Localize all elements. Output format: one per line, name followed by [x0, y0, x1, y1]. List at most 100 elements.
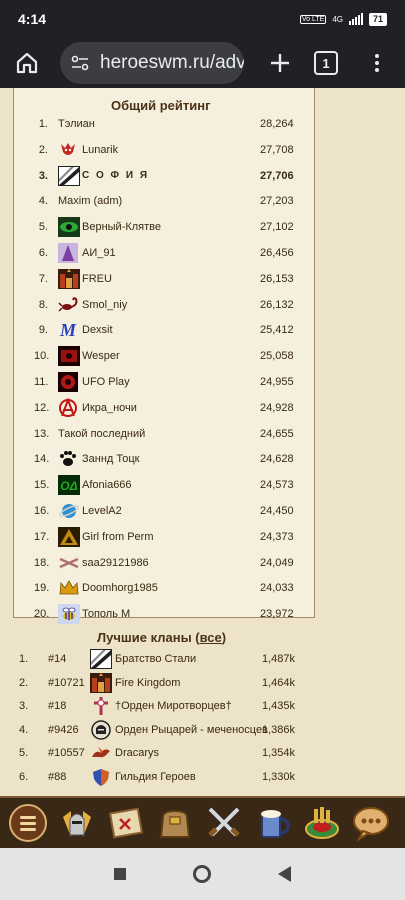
rating-row: 19. Doomhorg1985 24,033	[0, 576, 330, 600]
player-name-link[interactable]: LevelA2	[82, 505, 122, 517]
steel-brotherhood-icon[interactable]	[90, 649, 112, 669]
player-name-link[interactable]: Верный-Клятве	[82, 221, 161, 233]
new-tab-button[interactable]	[260, 43, 300, 83]
clan-score: 1,330k	[262, 771, 296, 783]
green-eye-icon[interactable]	[58, 217, 80, 238]
dragon-icon[interactable]	[90, 743, 112, 763]
cross-emblem-icon[interactable]	[90, 696, 112, 716]
clan-id-link[interactable]: #10557	[48, 747, 85, 759]
all-clans-link[interactable]: все	[200, 630, 222, 645]
rating-row: 12. Икра_ночи 24,928	[0, 396, 330, 420]
player-name-link[interactable]: Такой последний	[58, 428, 145, 440]
site-settings-icon[interactable]	[70, 53, 90, 73]
player-name-link[interactable]: Тополь М	[82, 608, 130, 620]
kingdom-castle-icon[interactable]	[58, 268, 80, 289]
chat-icon[interactable]	[350, 802, 392, 844]
gold-triangle-icon[interactable]	[58, 526, 80, 547]
rating-row: 5. Верный-Клятве 27,102	[0, 215, 330, 239]
rating-score: 26,456	[260, 247, 294, 259]
knight-helmet-icon[interactable]	[56, 802, 98, 844]
player-name-link[interactable]: Doomhorg1985	[82, 582, 158, 594]
address-bar[interactable]: heroeswm.ru/adv	[60, 42, 244, 84]
rating-score: 24,628	[260, 453, 294, 466]
tab-switcher-button[interactable]: 1	[314, 51, 338, 75]
knight-helm-icon[interactable]	[90, 720, 112, 740]
clan-name-link[interactable]: Орден Рыцарей - меченосцев	[115, 724, 268, 736]
green-od-icon[interactable]: OΔ	[58, 475, 80, 496]
recents-button[interactable]	[113, 868, 126, 880]
rating-position: 11.	[34, 376, 49, 388]
tavern-mug-icon[interactable]	[252, 802, 294, 844]
player-name-link[interactable]: Dexsit	[82, 324, 113, 336]
rating-score: 24,450	[260, 505, 294, 517]
player-name-link[interactable]: Wesper	[82, 350, 120, 362]
clan-name-link[interactable]: Гильдия Героев	[115, 771, 196, 783]
menu-icon[interactable]	[7, 802, 49, 844]
rating-row: 20. Тополь М 23,972	[0, 602, 330, 626]
crossed-swords-icon[interactable]	[58, 553, 79, 573]
rating-position: 16.	[34, 505, 50, 517]
rating-score: 24,928	[260, 401, 294, 414]
player-name-link[interactable]: saa29121986	[82, 557, 149, 569]
scorpion-icon[interactable]	[58, 295, 78, 315]
rating-row: 9. M Dexsit 25,412	[0, 318, 330, 342]
menu-dot-icon	[375, 54, 379, 58]
rating-score: 24,049	[260, 556, 294, 569]
rating-row: 4. Maxim (adm) 27,203	[0, 189, 330, 213]
player-name-link[interactable]: FREU	[82, 273, 112, 285]
rating-score: 23,972	[260, 608, 294, 621]
red-badge-icon[interactable]	[58, 346, 80, 367]
clan-score: 1,386k	[262, 723, 296, 736]
paw-icon[interactable]	[58, 449, 78, 469]
player-name-link[interactable]: UFO Play	[82, 376, 130, 388]
roulette-icon[interactable]	[301, 802, 343, 844]
clan-name-link[interactable]: Fire Kingdom	[115, 677, 180, 689]
crown-icon[interactable]	[58, 578, 79, 598]
rating-position: 12.	[34, 401, 50, 414]
home-circle-button[interactable]	[192, 865, 211, 883]
anarchy-icon[interactable]	[58, 396, 78, 418]
player-name-link[interactable]: Тэлиан	[58, 118, 95, 130]
home-button[interactable]	[8, 44, 46, 82]
bag-icon[interactable]	[154, 802, 196, 844]
browser-menu-button[interactable]	[362, 43, 392, 83]
planet-icon[interactable]	[58, 501, 79, 521]
clan-position: 4.	[19, 723, 29, 736]
kingdom-castle-icon[interactable]	[90, 672, 112, 693]
clan-id-link[interactable]: #10721	[48, 677, 85, 689]
player-name-link[interactable]: Girl from Perm	[82, 531, 154, 543]
hero-shield-icon[interactable]	[90, 767, 112, 787]
clan-name-link[interactable]: Dracarys	[115, 747, 159, 759]
clan-score: 1,354k	[262, 747, 296, 760]
clans-title: Лучшие кланы (все)	[97, 630, 227, 645]
rating-score: 25,058	[260, 350, 294, 363]
rating-row: 15. OΔ Afonia666 24,573	[0, 473, 330, 497]
player-name-link[interactable]: С О Ф И Я	[82, 170, 149, 181]
clan-id-link[interactable]: #18	[48, 700, 66, 712]
bee-icon[interactable]	[58, 604, 80, 625]
blue-m-icon[interactable]: M	[58, 320, 78, 340]
player-name-link[interactable]: Maxim (adm)	[58, 195, 122, 207]
rating-score: 26,153	[260, 272, 294, 285]
clan-id-link[interactable]: #88	[48, 771, 66, 783]
player-name-link[interactable]: Икра_ночи	[82, 402, 137, 414]
red-dragon-icon[interactable]	[58, 140, 78, 160]
clan-name-link[interactable]: †Орден Миротворцев†	[115, 700, 232, 712]
red-dark-badge-icon[interactable]	[58, 372, 78, 392]
purple-emblem-icon[interactable]	[58, 243, 78, 263]
player-name-link[interactable]: Lunarik	[82, 144, 118, 156]
steel-brotherhood-icon[interactable]	[58, 165, 80, 186]
clan-name-link[interactable]: Братство Стали	[115, 653, 196, 665]
clan-id-link[interactable]: #9426	[48, 724, 79, 736]
crossed-swords-icon[interactable]	[203, 802, 245, 844]
player-name-link[interactable]: Afonia666	[82, 479, 132, 491]
rating-position: 17.	[34, 530, 50, 543]
clan-id-link[interactable]: #14	[48, 653, 66, 665]
player-name-link[interactable]: Заннд Тоцк	[82, 453, 139, 465]
player-name-link[interactable]: АИ_91	[82, 247, 116, 259]
rating-position: 9.	[38, 324, 48, 337]
map-scroll-icon[interactable]	[105, 802, 147, 844]
player-name-link[interactable]: Smol_niy	[82, 299, 127, 311]
rating-score: 24,373	[260, 530, 294, 543]
back-button[interactable]	[278, 866, 292, 882]
